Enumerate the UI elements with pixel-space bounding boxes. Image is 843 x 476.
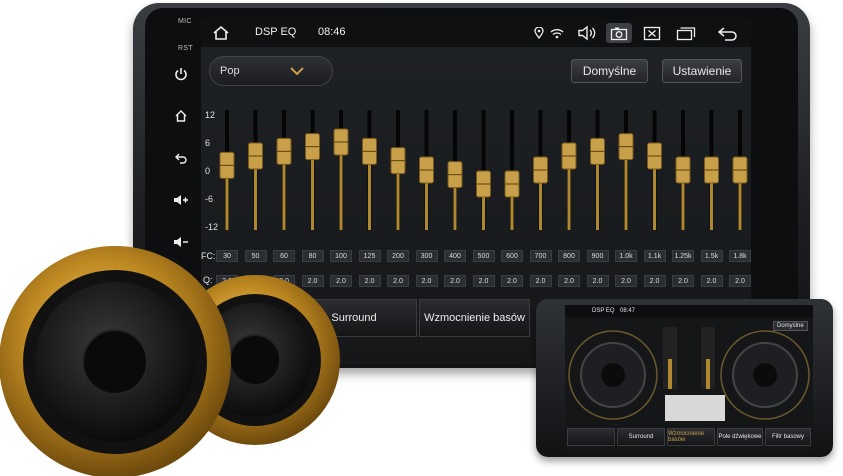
fc-value[interactable]: 500 xyxy=(472,250,495,262)
q-value[interactable]: 2.0 xyxy=(615,275,637,287)
y-tick-label: 0 xyxy=(205,166,210,176)
tablet-title: DSP EQ xyxy=(592,308,615,314)
fc-value[interactable]: 700 xyxy=(529,250,552,262)
tablet-clock: 08:47 xyxy=(620,308,636,314)
fc-value[interactable]: 400 xyxy=(444,250,466,262)
back-icon xyxy=(175,153,187,164)
fc-value[interactable]: 900 xyxy=(586,250,609,262)
eq-slider-1.5k[interactable] xyxy=(704,110,719,230)
tablet-tab-bass-filter[interactable]: Filtr basowy xyxy=(765,428,811,446)
home-hw-button[interactable] xyxy=(160,104,202,128)
mic-label: MIC xyxy=(178,17,192,25)
fc-value[interactable]: 1.25k xyxy=(672,250,694,262)
q-value[interactable]: 2.0 xyxy=(586,275,609,287)
q-value[interactable]: 2.0 xyxy=(501,275,523,287)
volume-up-icon xyxy=(174,195,188,205)
tablet-screen: DSP EQ 08:47 Domyślne Surround Wzmocnien… xyxy=(565,305,813,449)
q-value[interactable]: 2.0 xyxy=(558,275,580,287)
eq-slider-125[interactable] xyxy=(362,110,377,230)
fc-value[interactable]: 1.0k xyxy=(615,250,637,262)
q-value[interactable]: 2.0 xyxy=(672,275,694,287)
eq-slider-1.1k[interactable] xyxy=(647,110,662,230)
power-icon xyxy=(175,68,187,81)
q-value[interactable]: 2.0 xyxy=(643,275,666,287)
tablet-tab-surround[interactable]: Surround xyxy=(617,428,665,446)
y-tick-label: 6 xyxy=(205,138,210,148)
speaker-large xyxy=(0,246,231,476)
back-hw-button[interactable] xyxy=(160,146,202,170)
home-icon xyxy=(175,110,187,122)
mic-indicator: MIC xyxy=(160,15,202,27)
tablet-tab-icon[interactable] xyxy=(567,428,615,446)
reset-button[interactable]: RST xyxy=(160,42,202,54)
eq-slider-900[interactable] xyxy=(590,110,605,230)
tab-bass-boost[interactable]: Wzmocnienie basów xyxy=(419,299,530,337)
q-value[interactable]: 2.0 xyxy=(700,275,723,287)
q-value[interactable]: 2.0 xyxy=(358,275,381,287)
y-tick-label: -6 xyxy=(205,194,213,204)
fc-value[interactable]: 1.5k xyxy=(700,250,723,262)
eq-slider-300[interactable] xyxy=(419,110,434,230)
tablet-tab-sound-field[interactable]: Pole dźwiękowe xyxy=(717,428,763,446)
volume-up-button[interactable] xyxy=(160,188,202,212)
eq-slider-50[interactable] xyxy=(248,110,263,230)
eq-slider-1.25k[interactable] xyxy=(675,110,691,230)
eq-slider-500[interactable] xyxy=(476,110,491,230)
fc-value[interactable]: 1.8k xyxy=(729,250,751,262)
eq-slider-600[interactable] xyxy=(504,110,520,230)
fc-value[interactable]: 600 xyxy=(501,250,523,262)
eq-slider-60[interactable] xyxy=(276,110,292,230)
fc-value[interactable]: 125 xyxy=(358,250,381,262)
q-value[interactable]: 2.0 xyxy=(444,275,466,287)
tablet-tab-bass-boost[interactable]: Wzmocnienie basów xyxy=(667,428,715,446)
power-button[interactable] xyxy=(160,62,202,86)
eq-slider-400[interactable] xyxy=(447,110,463,230)
tablet-status-bar: DSP EQ 08:47 xyxy=(565,305,813,317)
eq-slider-200[interactable] xyxy=(390,110,406,230)
q-value[interactable]: 2.0 xyxy=(729,275,751,287)
eq-slider-30[interactable] xyxy=(219,110,235,230)
eq-slider-80[interactable] xyxy=(305,110,320,230)
q-value[interactable]: 2.0 xyxy=(387,275,409,287)
eq-slider-700[interactable] xyxy=(533,110,548,230)
fc-value[interactable]: 300 xyxy=(415,250,438,262)
fc-value[interactable]: 1.1k xyxy=(643,250,666,262)
q-value[interactable]: 2.0 xyxy=(415,275,438,287)
fc-value[interactable]: 200 xyxy=(387,250,409,262)
eq-slider-100[interactable] xyxy=(333,110,349,230)
fc-value[interactable]: 800 xyxy=(558,250,580,262)
eq-slider-1.0k[interactable] xyxy=(618,110,634,230)
rst-label: RST xyxy=(178,44,193,52)
q-value[interactable]: 2.0 xyxy=(472,275,495,287)
eq-slider-1.8k[interactable] xyxy=(732,110,748,230)
eq-slider-800[interactable] xyxy=(561,110,577,230)
y-tick-label: -12 xyxy=(205,222,218,232)
q-value[interactable]: 2.0 xyxy=(529,275,552,287)
y-tick-label: 12 xyxy=(205,110,215,120)
speakers-illustration xyxy=(0,246,340,476)
tablet-speaker-view xyxy=(568,327,810,421)
